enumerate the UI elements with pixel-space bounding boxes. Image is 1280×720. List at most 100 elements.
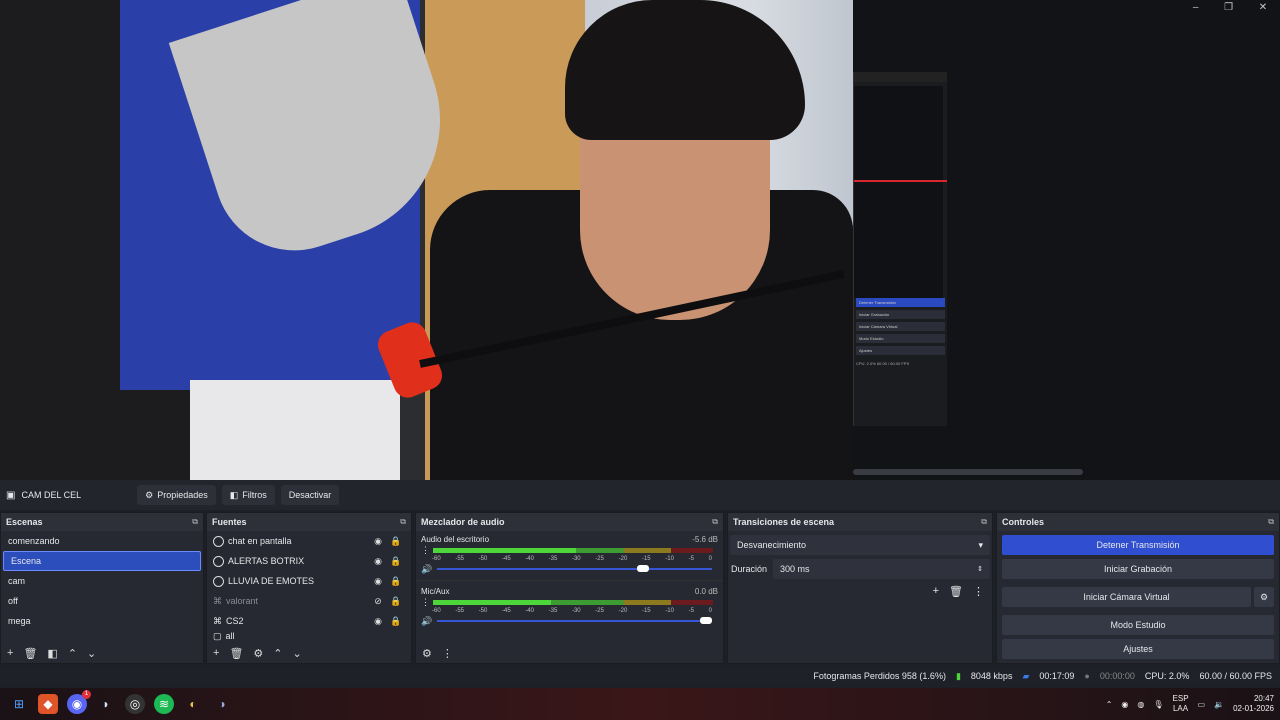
- window-controls[interactable]: – ❐ ✕: [1180, 0, 1280, 14]
- obs-icon[interactable]: ◎: [125, 694, 145, 714]
- trash-icon[interactable]: 🗑: [229, 647, 243, 660]
- eye-icon[interactable]: ◉: [369, 536, 387, 547]
- browser-icon: [213, 555, 224, 567]
- speaker-icon[interactable]: 🔊: [421, 564, 432, 575]
- spotify-icon[interactable]: ≋: [154, 694, 174, 714]
- maximize-icon[interactable]: ❐: [1224, 2, 1233, 13]
- transitions-title-bar: Transiciones de escena ⧉: [728, 513, 992, 531]
- tray-app-icon[interactable]: ◍: [1137, 700, 1144, 709]
- eye-icon[interactable]: ◉: [369, 556, 387, 567]
- add-icon[interactable]: +: [7, 647, 13, 659]
- duration-spinbox[interactable]: 300 ms ⇕: [773, 559, 990, 579]
- gear-icon[interactable]: ⚙: [253, 647, 263, 660]
- scene-item[interactable]: mega: [1, 611, 203, 631]
- lock-icon[interactable]: 🔒: [387, 576, 405, 587]
- source-item[interactable]: LLUVIA DE EMOTES ◉ 🔒: [207, 571, 411, 591]
- steam-icon[interactable]: ◗: [96, 694, 116, 714]
- filters-button[interactable]: ◧ Filtros: [221, 485, 275, 505]
- trash-icon[interactable]: 🗑: [23, 647, 37, 660]
- settings-button[interactable]: Ajustes: [1002, 639, 1274, 659]
- trash-icon[interactable]: 🗑: [949, 585, 963, 598]
- add-icon[interactable]: +: [933, 585, 939, 598]
- properties-button[interactable]: ⚙ Propiedades: [137, 485, 216, 505]
- lock-icon[interactable]: 🔒: [387, 616, 405, 627]
- spin-icon[interactable]: ⇕: [977, 565, 983, 573]
- more-icon[interactable]: ⋮: [973, 585, 984, 598]
- more-icon[interactable]: ⋮: [442, 647, 453, 660]
- sources-title: Fuentes: [212, 517, 247, 527]
- scene-item[interactable]: off: [1, 591, 203, 611]
- close-icon[interactable]: ✕: [1259, 2, 1267, 13]
- language-indicator[interactable]: ESP LAA: [1173, 694, 1189, 714]
- transition-actions: + 🗑 ⋮: [728, 579, 992, 604]
- lock-icon[interactable]: 🔒: [387, 536, 405, 547]
- tick: -35: [548, 556, 558, 562]
- more-icon[interactable]: ⋮: [421, 597, 430, 608]
- eye-hidden-icon[interactable]: ⊘: [369, 596, 387, 607]
- scene-item[interactable]: comenzando: [1, 531, 203, 551]
- virtual-cam-button[interactable]: Iniciar Cámara Virtual: [1002, 587, 1251, 607]
- filter-icon[interactable]: ◧: [47, 647, 57, 660]
- channel-db: -5.6 dB: [692, 534, 718, 544]
- undock-icon[interactable]: ⧉: [1268, 517, 1274, 527]
- app-icon-2[interactable]: ◑: [212, 694, 232, 714]
- tick: -25: [595, 608, 604, 614]
- nested-start-record: Iniciar Grabación: [856, 310, 945, 319]
- speaker-icon[interactable]: 🔊: [421, 616, 432, 627]
- volume-slider[interactable]: [437, 565, 713, 572]
- source-item[interactable]: ▢ all: [207, 631, 411, 641]
- move-down-icon[interactable]: ⌄: [293, 647, 302, 660]
- undock-icon[interactable]: ⧉: [400, 517, 406, 527]
- curtain-white: [190, 380, 400, 480]
- sources-footer: + 🗑 ⚙ ⌃ ⌄: [207, 643, 411, 663]
- clock[interactable]: 20:47 02-01-2026: [1233, 694, 1274, 714]
- advanced-audio-icon[interactable]: ⚙: [422, 647, 432, 660]
- lock-icon[interactable]: 🔒: [387, 596, 405, 607]
- nested-red-line: [854, 180, 947, 182]
- minimize-icon[interactable]: –: [1193, 2, 1199, 13]
- discord-tray-icon[interactable]: ◉: [1121, 700, 1128, 709]
- volume-knob[interactable]: [700, 617, 713, 624]
- source-item[interactable]: chat en pantalla ◉ 🔒: [207, 531, 411, 551]
- move-down-icon[interactable]: ⌄: [87, 647, 96, 660]
- eye-icon[interactable]: ◉: [369, 576, 387, 587]
- browser-icon: [213, 575, 224, 587]
- windows-start-icon[interactable]: ⊞: [9, 694, 29, 714]
- stop-stream-button[interactable]: Detener Transmisión: [1002, 535, 1274, 555]
- more-icon[interactable]: ⋮: [421, 545, 430, 556]
- tick: -40: [525, 556, 534, 562]
- volume-knob[interactable]: [636, 565, 649, 572]
- scene-item[interactable]: cam: [1, 571, 203, 591]
- brave-icon[interactable]: ◆: [38, 694, 58, 714]
- sources-title-bar: Fuentes ⧉: [207, 513, 411, 531]
- chevron-up-icon[interactable]: ⌃: [1106, 700, 1113, 709]
- transition-select[interactable]: Desvanecimiento ▾: [730, 535, 990, 555]
- virtual-cam-settings-icon[interactable]: ⚙: [1254, 587, 1274, 607]
- start-record-button[interactable]: Iniciar Grabación: [1002, 559, 1274, 579]
- eye-icon[interactable]: ◉: [369, 616, 387, 627]
- app-icon[interactable]: ◐: [183, 694, 203, 714]
- volume-slider[interactable]: [437, 617, 713, 624]
- undock-icon[interactable]: ⧉: [192, 517, 198, 527]
- add-icon[interactable]: +: [213, 647, 219, 659]
- network-icon[interactable]: ▭: [1198, 700, 1206, 709]
- studio-mode-button[interactable]: Modo Estudio: [1002, 615, 1274, 635]
- move-up-icon[interactable]: ⌃: [273, 647, 282, 660]
- volume-icon[interactable]: 🔉: [1214, 700, 1224, 709]
- deactivate-button[interactable]: Desactivar: [280, 485, 340, 505]
- discord-icon[interactable]: ◉ 1: [67, 690, 91, 714]
- preview-canvas[interactable]: [0, 0, 853, 480]
- source-item[interactable]: ALERTAS BOTRIX ◉ 🔒: [207, 551, 411, 571]
- nested-stop-stream: Detener Transmisión: [856, 298, 945, 307]
- scene-item-selected[interactable]: Escena: [3, 551, 201, 571]
- source-item[interactable]: ⌘ valorant ⊘ 🔒: [207, 591, 411, 611]
- source-item[interactable]: ⌘ CS2 ◉ 🔒: [207, 611, 411, 631]
- undock-icon[interactable]: ⧉: [981, 517, 987, 527]
- nested-studio: Modo Estudio: [856, 334, 945, 343]
- horizontal-scrollbar[interactable]: [853, 469, 1083, 475]
- undock-icon[interactable]: ⧉: [712, 517, 718, 527]
- nested-titlebar: [854, 72, 947, 82]
- lock-icon[interactable]: 🔒: [387, 556, 405, 567]
- microphone-icon[interactable]: 🎙: [1153, 700, 1163, 709]
- move-up-icon[interactable]: ⌃: [68, 647, 77, 660]
